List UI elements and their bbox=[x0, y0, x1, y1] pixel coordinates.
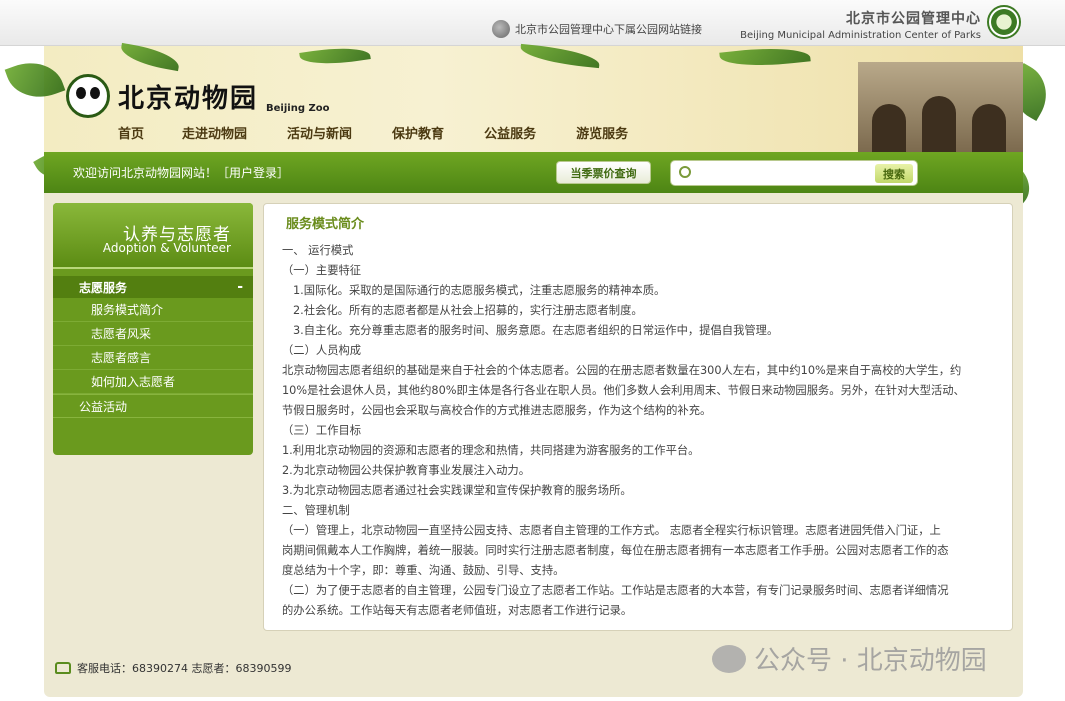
sidebar-section-charity[interactable]: 公益活动 bbox=[53, 394, 253, 418]
org-name-cn: 北京市公园管理中心 bbox=[846, 11, 981, 27]
top-strip: 北京市公园管理中心下属公园网站链接 北京市公园管理中心 Beijing Muni… bbox=[0, 0, 1065, 46]
article-line: 岗期间佩戴本人工作胸牌，着统一服装。同时实行注册志愿者制度，每位在册志愿者拥有一… bbox=[282, 544, 949, 557]
article-line: 的办公系统。工作站每天有志愿者老师值班，对志愿者工作进行记录。 bbox=[282, 604, 633, 617]
welcome-message: 欢迎访问北京动物园网站！ bbox=[73, 166, 218, 180]
welcome-text: 欢迎访问北京动物园网站！［用户登录］ bbox=[73, 164, 289, 181]
article-line: 2.社会化。所有的志愿者都是从社会上招募的，实行注册志愿者制度。 bbox=[293, 304, 643, 317]
panda-logo-icon bbox=[66, 74, 110, 118]
article-line: （二）人员构成 bbox=[282, 344, 362, 357]
article-line: 3.自主化。充分尊重志愿者的服务时间、服务意愿。在志愿者组织的日常运作中，提倡自… bbox=[293, 324, 779, 337]
article-line: 1.国际化。采取的是国际通行的志愿服务模式，注重志愿服务的精神本质。 bbox=[293, 284, 666, 297]
article-line: 2.为北京动物园公共保护教育事业发展注入动力。 bbox=[282, 464, 531, 477]
wechat-icon bbox=[712, 644, 746, 673]
collapse-icon[interactable]: - bbox=[237, 279, 243, 295]
org-name: 北京市公园管理中心 Beijing Municipal Administrati… bbox=[740, 8, 981, 41]
article-line: （一）主要特征 bbox=[282, 264, 362, 277]
parks-link[interactable]: 北京市公园管理中心下属公园网站链接 bbox=[492, 20, 702, 38]
watermark-text: 公众号 · 北京动物园 bbox=[754, 646, 987, 676]
article-line: 10%是社会退休人员，其他约80%即主体是各行各业在职人员。他们多数人会利用周末… bbox=[282, 384, 965, 397]
sidebar-item-volunteer-testimonials[interactable]: 志愿者感言 bbox=[53, 346, 253, 370]
sidebar-section-label: 志愿服务 bbox=[79, 280, 128, 295]
sidebar-title-en: Adoption & Volunteer bbox=[102, 241, 231, 255]
phone-icon bbox=[55, 662, 71, 674]
sidebar: 认养与志愿者 Adoption & Volunteer 志愿服务 - 服务模式简… bbox=[53, 203, 253, 455]
logo-text-cn: 北京动物园 bbox=[118, 83, 259, 114]
article-line: 北京动物园志愿者组织的基础是来自于社会的个体志愿者。公园的在册志愿者数量在300… bbox=[282, 364, 962, 377]
article-line: 一、 运行模式 bbox=[282, 244, 354, 257]
nav-visitor-service[interactable]: 游览服务 bbox=[576, 120, 628, 145]
nav-about-zoo[interactable]: 走进动物园 bbox=[182, 120, 247, 145]
article-title: 服务模式简介 bbox=[286, 217, 365, 232]
parks-link-label[interactable]: 北京市公园管理中心下属公园网站链接 bbox=[515, 21, 702, 37]
article-line: （一）管理上，北京动物园一直坚持公园支持、志愿者自主管理的工作方式。 志愿者全程… bbox=[282, 524, 941, 537]
login-link[interactable]: ［用户登录］ bbox=[217, 166, 289, 180]
search-icon bbox=[679, 166, 691, 178]
article-body: 一、 运行模式 （一）主要特征 1.国际化。采取的是国际通行的志愿服务模式，注重志愿… bbox=[282, 241, 992, 621]
article-line: （二）为了便于志愿者的自主管理，公园专门设立了志愿者工作站。工作站是志愿者的大本… bbox=[282, 584, 949, 597]
search-button[interactable]: 搜索 bbox=[875, 164, 913, 183]
search-input[interactable] bbox=[699, 164, 869, 183]
sidebar-section-volunteer[interactable]: 志愿服务 - bbox=[53, 276, 253, 298]
article-line: （三）工作目标 bbox=[282, 424, 362, 437]
article-line: 3.为北京动物园志愿者通过社会实践课堂和宣传保护教育的服务场所。 bbox=[282, 484, 632, 497]
footer-contact: 客服电话：68390274 志愿者：68390599 bbox=[55, 660, 291, 676]
nav-public-service[interactable]: 公益服务 bbox=[484, 120, 536, 145]
zoo-gate-image bbox=[858, 62, 1023, 152]
parks-emblem-icon bbox=[987, 5, 1021, 39]
wechat-watermark: 公众号 · 北京动物园 bbox=[712, 640, 987, 677]
footer-phones: 客服电话：68390274 志愿者：68390599 bbox=[77, 662, 292, 675]
nav-conservation[interactable]: 保护教育 bbox=[392, 120, 444, 145]
nav-home[interactable]: 首页 bbox=[118, 120, 144, 145]
main-nav: 首页 走进动物园 活动与新闻 保护教育 公益服务 游览服务 bbox=[112, 120, 628, 145]
org-name-en: Beijing Municipal Administration Center … bbox=[740, 30, 981, 41]
nav-events-news[interactable]: 活动与新闻 bbox=[287, 120, 352, 145]
sidebar-item-service-model[interactable]: 服务模式简介 bbox=[53, 298, 253, 322]
sidebar-header: 认养与志愿者 Adoption & Volunteer bbox=[53, 203, 253, 269]
ticket-price-button[interactable]: 当季票价查询 bbox=[556, 161, 651, 184]
article-line: 节假日服务时，公园也会采取与高校合作的方式推进志愿服务，作为这个结构的补充。 bbox=[282, 404, 712, 417]
article-panel: 服务模式简介 一、 运行模式 （一）主要特征 1.国际化。采取的是国际通行的志愿服务… bbox=[263, 203, 1013, 631]
sidebar-item-volunteer-showcase[interactable]: 志愿者风采 bbox=[53, 322, 253, 346]
sidebar-item-how-to-join[interactable]: 如何加入志愿者 bbox=[53, 370, 253, 394]
article-line: 1.利用北京动物园的资源和志愿者的理念和热情，共同搭建为游客服务的工作平台。 bbox=[282, 444, 700, 457]
search-box: 搜索 bbox=[670, 160, 918, 186]
globe-icon bbox=[492, 20, 510, 38]
article-line: 度总结为十个字，即：尊重、沟通、鼓励、引导、支持。 bbox=[282, 564, 565, 577]
site-logo[interactable]: 北京动物园 Beijing Zoo bbox=[66, 74, 329, 118]
article-line: 二、管理机制 bbox=[282, 504, 350, 517]
logo-text-en: Beijing Zoo bbox=[266, 103, 330, 114]
